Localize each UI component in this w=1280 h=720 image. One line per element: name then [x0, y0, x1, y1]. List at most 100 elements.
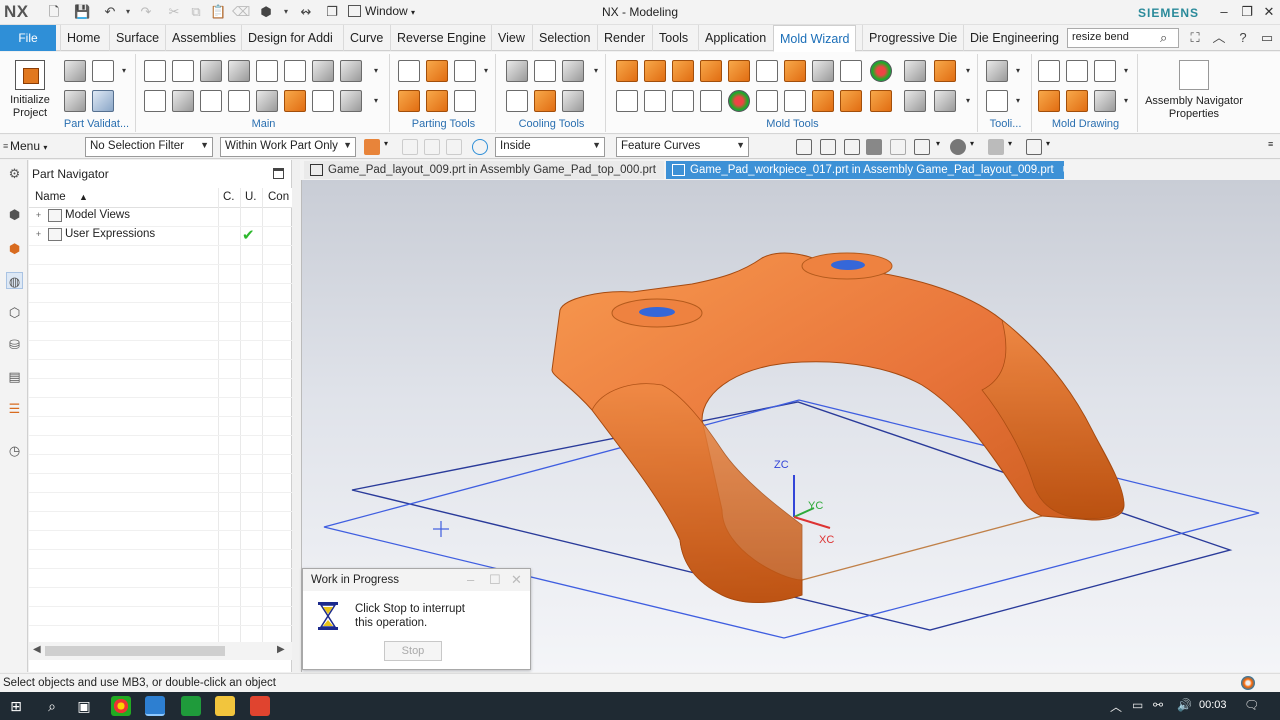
trim-solid-icon[interactable] [616, 60, 638, 82]
sub-insert-icon[interactable] [172, 90, 194, 112]
chrome-icon[interactable] [111, 696, 131, 716]
edge-patch-icon[interactable] [812, 60, 834, 82]
filter-icon[interactable] [424, 139, 440, 155]
tab-tools[interactable]: Tools [652, 25, 694, 51]
dropdown-icon[interactable]: ▾ [374, 96, 382, 105]
check-regions-icon[interactable] [92, 60, 114, 82]
usb-icon[interactable]: ⚯ [1153, 698, 1163, 712]
selection-filter-select[interactable]: No Selection Filter ▼ [85, 137, 213, 157]
dropdown-icon[interactable]: ▾ [966, 66, 974, 75]
reuse-library-icon[interactable]: ⬡ [6, 304, 23, 321]
add-face-icon[interactable] [672, 90, 694, 112]
history-icon[interactable]: ◷ [6, 442, 23, 459]
dropdown-icon[interactable]: ▾ [374, 66, 382, 75]
tooling-check-icon[interactable] [986, 60, 1008, 82]
surface-patch-icon[interactable] [904, 90, 926, 112]
select-features-icon[interactable] [402, 139, 418, 155]
column-header-name[interactable]: Name [35, 191, 66, 203]
dropdown-icon[interactable]: ▾ [594, 66, 602, 75]
minimize-icon[interactable]: – [467, 572, 474, 587]
shrinkage-icon[interactable] [172, 60, 194, 82]
view-orientation-icon[interactable] [1026, 139, 1042, 155]
dropdown-icon[interactable]: ▾ [1008, 139, 1016, 155]
save-icon[interactable]: 💾 [74, 4, 90, 20]
tab-design-for-addi[interactable]: Design for Addi [241, 25, 342, 51]
tree-row-model-views[interactable]: + Model Views [29, 207, 292, 226]
dropdown-icon[interactable]: ▾ [384, 139, 392, 155]
pocket-icon[interactable] [284, 90, 306, 112]
sheet-icon[interactable] [784, 90, 806, 112]
restore-button[interactable]: ❐ [1237, 3, 1257, 21]
task-view-icon[interactable]: ▣ [75, 697, 93, 715]
cooling-pattern-icon[interactable] [506, 60, 528, 82]
bounding-body-icon[interactable] [728, 60, 750, 82]
menu-button[interactable]: Menu ▾ [10, 139, 47, 153]
dropdown-icon[interactable]: ▾ [484, 66, 492, 75]
dropdown-icon[interactable]: ▾ [1016, 96, 1024, 105]
replace-solid-icon[interactable] [644, 60, 666, 82]
curve-rule-select[interactable]: Feature Curves ▼ [616, 137, 749, 157]
mold-tool-orange-icon[interactable] [934, 60, 956, 82]
hole-manufacturing-icon[interactable] [1038, 90, 1060, 112]
redo-icon[interactable]: ↷ [138, 4, 154, 20]
volume-icon[interactable]: 🔊 [1177, 698, 1192, 712]
ejector-pin-icon[interactable] [340, 60, 362, 82]
cooling-channel-icon[interactable] [534, 60, 556, 82]
define-cavity-icon[interactable] [398, 90, 420, 112]
reference-block-icon[interactable] [756, 60, 778, 82]
part-icon[interactable]: ⬢ [258, 4, 274, 20]
extend-solid-icon[interactable] [672, 60, 694, 82]
cooling-fitting-icon[interactable] [534, 90, 556, 112]
dock-icon[interactable]: ▭ [1258, 29, 1276, 47]
stop-button[interactable]: Stop [384, 641, 442, 661]
network-icon[interactable]: ▭ [1132, 698, 1143, 712]
maximize-icon[interactable]: ☐ [489, 572, 501, 588]
close-icon[interactable]: ✕ [511, 572, 522, 588]
assembly-drawing-icon[interactable] [1038, 60, 1060, 82]
status-indicator-icon[interactable] [1241, 676, 1255, 690]
camtasia-icon[interactable] [181, 696, 201, 716]
tab-die-engineering[interactable]: Die Engineering [963, 25, 1065, 51]
minimize-button[interactable]: – [1214, 3, 1234, 21]
dropdown-icon[interactable]: ▾ [1124, 96, 1132, 105]
file-explorer-icon[interactable] [215, 696, 235, 716]
tooling-structure-icon[interactable] [986, 90, 1008, 112]
sort-ascending-icon[interactable]: ▲ [79, 192, 88, 202]
doc-tab-layout[interactable]: Game_Pad_layout_009.prt in Assembly Game… [304, 161, 664, 179]
close-button[interactable]: ✕ [1259, 3, 1279, 21]
new-file-icon[interactable]: 🗋 [46, 4, 62, 20]
initialize-project-button[interactable]: Initialize Project [6, 60, 54, 120]
search-icon[interactable]: ⌕ [1160, 30, 1167, 46]
mold-csys-icon[interactable] [144, 60, 166, 82]
channel-boundary-icon[interactable] [562, 90, 584, 112]
column-header-uptodate[interactable]: U. [245, 191, 257, 203]
undo-icon[interactable]: ↶ [102, 4, 118, 20]
settings-icon[interactable]: ⚙ [6, 165, 23, 182]
component-drawing-icon[interactable] [1066, 60, 1088, 82]
render-style-icon[interactable] [950, 139, 966, 155]
tab-file[interactable]: File [0, 25, 56, 51]
runner-icon[interactable] [228, 90, 250, 112]
tab-render[interactable]: Render [597, 25, 651, 51]
parting-surface-icon[interactable] [426, 60, 448, 82]
assembly-navigator-properties-button[interactable]: Assembly Navigator Properties [1144, 60, 1244, 121]
undo-dropdown-icon[interactable]: ▾ [120, 4, 136, 20]
paste-icon[interactable]: 📋 [210, 4, 226, 20]
toolbar-overflow-icon[interactable]: ≡ [1268, 139, 1278, 155]
mold-section-icon[interactable] [1066, 90, 1088, 112]
mold-base-icon[interactable] [284, 60, 306, 82]
workpiece-icon[interactable] [200, 60, 222, 82]
tab-home[interactable]: Home [60, 25, 106, 51]
mold-wizard-navigator-icon[interactable]: ⛁ [6, 336, 23, 353]
tab-surface[interactable]: Surface [109, 25, 165, 51]
cavity-block-icon[interactable] [870, 90, 892, 112]
enlarge-surface-icon[interactable] [616, 90, 638, 112]
hexagon-select-icon[interactable] [472, 139, 488, 155]
connect-channel-icon[interactable] [506, 90, 528, 112]
switch-window-icon[interactable]: ❐ [324, 4, 340, 20]
cavity-layout-icon[interactable] [228, 60, 250, 82]
scroll-right-icon[interactable]: ▶ [277, 644, 285, 655]
taskbar-clock[interactable]: 00:03 [1199, 699, 1227, 711]
hole-table-icon[interactable] [1094, 60, 1116, 82]
divide-face-icon[interactable] [644, 90, 666, 112]
